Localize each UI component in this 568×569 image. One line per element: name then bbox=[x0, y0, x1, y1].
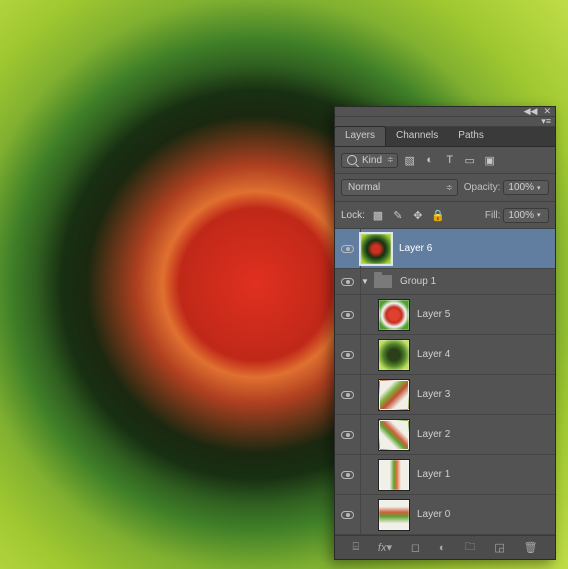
lock-all-icon[interactable]: 🔒 bbox=[430, 207, 446, 223]
layer-group-row[interactable]: ▼ Group 1 bbox=[335, 269, 555, 295]
layers-list: Layer 6 ▼ Group 1 Layer 5 Layer 4 Layer 3 Laye… bbox=[335, 229, 555, 535]
chevron-down-icon: ≑ bbox=[387, 157, 392, 163]
layer-mask-icon[interactable]: ◻ bbox=[411, 541, 420, 554]
visibility-toggle[interactable] bbox=[335, 495, 361, 534]
layer-filter-row: Kind ≑ ▧ ◐ T ▭ ▣ bbox=[335, 147, 555, 174]
layer-style-icon[interactable]: fx▾ bbox=[378, 541, 392, 554]
visibility-toggle[interactable] bbox=[335, 415, 361, 454]
link-layers-icon[interactable]: ⌸ bbox=[352, 541, 359, 554]
blend-row: Normal ≑ Opacity: 100% ▾ bbox=[335, 174, 555, 202]
layer-thumbnail[interactable] bbox=[379, 340, 409, 370]
filter-shape-icon[interactable]: ▭ bbox=[462, 152, 478, 168]
filter-pixel-icon[interactable]: ▧ bbox=[402, 152, 418, 168]
tab-channels[interactable]: Channels bbox=[386, 127, 448, 146]
visibility-toggle[interactable] bbox=[335, 229, 361, 268]
layer-row[interactable]: Layer 4 bbox=[335, 335, 555, 375]
opacity-block: Opacity: 100% ▾ bbox=[464, 180, 549, 195]
new-group-icon[interactable]: 🗀 bbox=[464, 538, 475, 557]
layer-thumbnail[interactable] bbox=[379, 300, 409, 330]
blend-mode-value: Normal bbox=[348, 182, 380, 193]
layer-row[interactable]: Layer 0 bbox=[335, 495, 555, 535]
layers-panel: ◀◀ ✕ ▾≡ Layers Channels Paths Kind ≑ ▧ ◐… bbox=[334, 106, 556, 560]
layer-row[interactable]: Layer 3 bbox=[335, 375, 555, 415]
filter-kind-select[interactable]: Kind ≑ bbox=[341, 153, 398, 168]
layer-row[interactable]: Layer 6 bbox=[335, 229, 555, 269]
layer-name[interactable]: Layer 2 bbox=[417, 429, 555, 440]
panel-tabs: Layers Channels Paths bbox=[335, 127, 555, 147]
chevron-down-icon: ▾ bbox=[537, 211, 544, 219]
panel-footer: ⌸ fx▾ ◻ ◐ 🗀 ◲ 🗑 bbox=[335, 535, 555, 559]
panel-header: ◀◀ ✕ bbox=[335, 107, 555, 117]
collapse-icon[interactable]: ◀◀ bbox=[524, 106, 538, 117]
visibility-toggle[interactable] bbox=[335, 335, 361, 374]
layer-name[interactable]: Layer 5 bbox=[417, 309, 555, 320]
filter-type-icon[interactable]: T bbox=[442, 152, 458, 168]
layer-thumbnail[interactable] bbox=[379, 500, 409, 530]
layer-thumbnail[interactable] bbox=[379, 380, 409, 410]
panel-menu-icon[interactable]: ▾≡ bbox=[541, 116, 551, 127]
eye-icon bbox=[341, 471, 354, 479]
layer-thumbnail[interactable] bbox=[361, 234, 391, 264]
layer-name[interactable]: Layer 6 bbox=[399, 243, 555, 254]
filter-adjust-icon[interactable]: ◐ bbox=[422, 152, 438, 168]
visibility-toggle[interactable] bbox=[335, 269, 361, 294]
new-layer-icon[interactable]: ◲ bbox=[494, 541, 504, 554]
fill-label: Fill: bbox=[485, 210, 501, 221]
lock-label: Lock: bbox=[341, 210, 365, 221]
layer-name[interactable]: Layer 0 bbox=[417, 509, 555, 520]
opacity-value: 100% bbox=[508, 182, 534, 193]
eye-icon bbox=[341, 311, 354, 319]
layer-thumbnail[interactable] bbox=[379, 420, 409, 450]
visibility-toggle[interactable] bbox=[335, 295, 361, 334]
layer-row[interactable]: Layer 2 bbox=[335, 415, 555, 455]
eye-icon bbox=[341, 278, 354, 286]
fill-input[interactable]: 100% ▾ bbox=[503, 208, 549, 223]
eye-icon bbox=[341, 431, 354, 439]
blend-mode-select[interactable]: Normal ≑ bbox=[341, 179, 458, 196]
lock-row: Lock: ▩ ✎ ✥ 🔒 Fill: 100% ▾ bbox=[335, 202, 555, 229]
chevron-down-icon: ▾ bbox=[537, 184, 544, 192]
tab-layers[interactable]: Layers bbox=[335, 126, 386, 146]
visibility-toggle[interactable] bbox=[335, 455, 361, 494]
layer-thumbnail[interactable] bbox=[379, 460, 409, 490]
delete-layer-icon[interactable]: 🗑 bbox=[524, 541, 538, 554]
layer-name[interactable]: Layer 3 bbox=[417, 389, 555, 400]
visibility-toggle[interactable] bbox=[335, 375, 361, 414]
eye-icon bbox=[341, 245, 354, 253]
lock-transparency-icon[interactable]: ▩ bbox=[370, 207, 386, 223]
fill-value: 100% bbox=[508, 210, 534, 221]
eye-icon bbox=[341, 351, 354, 359]
lock-icons: ▩ ✎ ✥ 🔒 bbox=[370, 207, 446, 223]
eye-icon bbox=[341, 511, 354, 519]
layer-row[interactable]: Layer 5 bbox=[335, 295, 555, 335]
layer-row[interactable]: Layer 1 bbox=[335, 455, 555, 495]
fill-block: Fill: 100% ▾ bbox=[485, 208, 549, 223]
layer-name[interactable]: Layer 1 bbox=[417, 469, 555, 480]
filter-smart-icon[interactable]: ▣ bbox=[482, 152, 498, 168]
layer-name[interactable]: Layer 4 bbox=[417, 349, 555, 360]
opacity-input[interactable]: 100% ▾ bbox=[503, 180, 549, 195]
search-icon bbox=[347, 155, 357, 165]
eye-icon bbox=[341, 391, 354, 399]
lock-position-icon[interactable]: ✥ bbox=[410, 207, 426, 223]
disclosure-triangle-icon[interactable]: ▼ bbox=[361, 277, 371, 286]
tab-paths[interactable]: Paths bbox=[448, 127, 494, 146]
lock-image-icon[interactable]: ✎ bbox=[390, 207, 406, 223]
chevron-down-icon: ≑ bbox=[446, 185, 451, 191]
filter-kind-label: Kind bbox=[362, 155, 382, 166]
opacity-label: Opacity: bbox=[464, 182, 501, 193]
adjustment-layer-icon[interactable]: ◐ bbox=[439, 542, 446, 554]
folder-icon bbox=[374, 275, 392, 288]
layer-name[interactable]: Group 1 bbox=[400, 276, 555, 287]
